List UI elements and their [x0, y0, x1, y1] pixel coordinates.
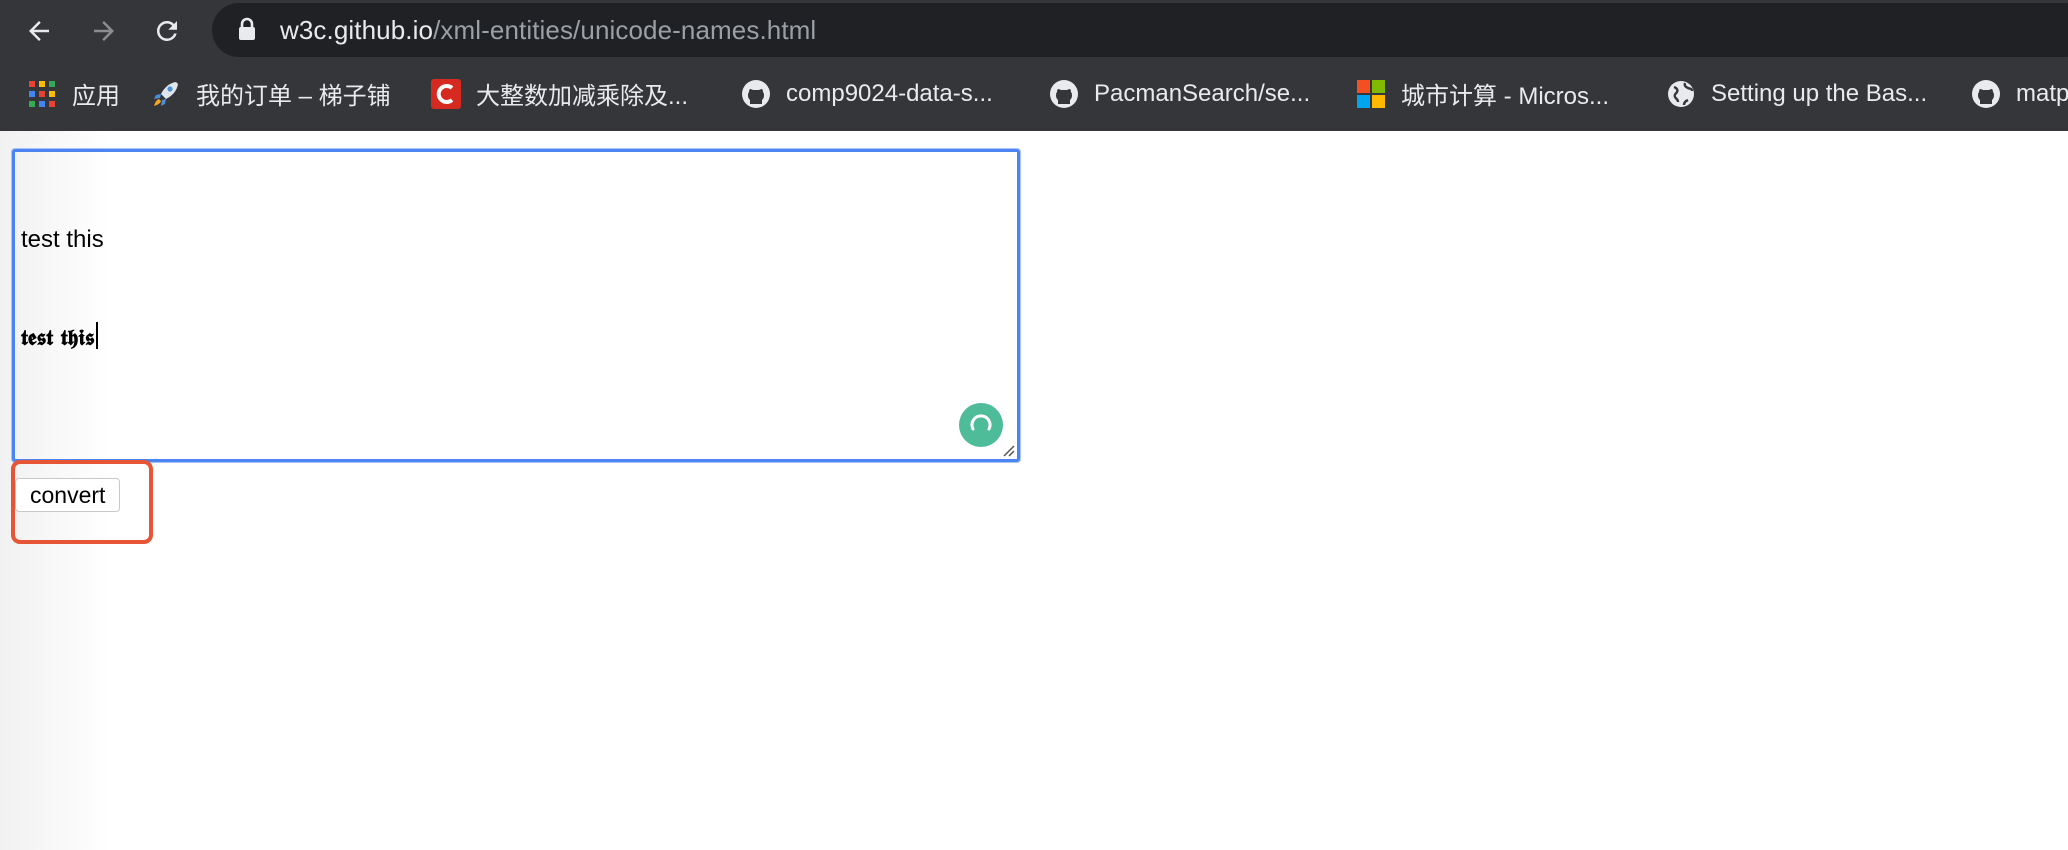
reload-button[interactable]: [145, 9, 189, 53]
text-caret: [95, 322, 98, 349]
lock-icon: [239, 17, 255, 40]
globe-icon: [1668, 80, 1694, 107]
bookmark-label: 我的订单 – 梯子铺: [196, 83, 391, 110]
bookmark-apps[interactable]: 应用: [26, 70, 120, 117]
bookmark-label: comp9024-data-s...: [786, 79, 993, 107]
url-host: w3c.github.io: [280, 15, 434, 45]
bookmark-label: 应用: [72, 83, 120, 110]
apps-grid-icon: [29, 80, 55, 107]
bookmark-label: matp: [2016, 79, 2068, 107]
bookmark-item[interactable]: 城市计算 - Micros...: [1355, 70, 1609, 117]
rocket-icon: [154, 81, 178, 106]
bookmarks-bar: 应用 我的订单 – 梯子铺 大整数加减乘除及... comp9024-data-…: [0, 70, 2068, 117]
bookmark-item[interactable]: comp9024-data-s...: [740, 70, 993, 117]
url-text: w3c.github.io/xml-entities/unicode-names…: [280, 3, 816, 57]
browser-chrome: w3c.github.io/xml-entities/unicode-names…: [0, 0, 2068, 131]
microsoft-icon: [1357, 79, 1385, 108]
back-button[interactable]: [17, 9, 61, 53]
grammarly-button[interactable]: [959, 403, 1003, 447]
github-icon: [1972, 79, 2000, 108]
bookmark-item[interactable]: 我的订单 – 梯子铺: [150, 70, 391, 117]
red-c-icon: [431, 78, 461, 109]
browser-toolbar: w3c.github.io/xml-entities/unicode-names…: [0, 0, 2068, 62]
text-area-content[interactable]: test this 𝖙𝖊𝖘𝖙 𝖙𝖍𝖎𝖘: [21, 157, 104, 421]
bookmark-item[interactable]: Setting up the Bas...: [1665, 70, 1927, 117]
converted-text: 𝖙𝖊𝖘𝖙 𝖙𝖍𝖎𝖘: [21, 325, 95, 351]
input-line-plain: test this: [21, 226, 104, 253]
forward-button[interactable]: [82, 9, 126, 53]
bookmark-item[interactable]: matp: [1970, 70, 2068, 117]
arrow-right-icon: [94, 21, 114, 41]
grammarly-icon: [970, 414, 992, 431]
github-icon: [742, 79, 770, 108]
bookmark-item[interactable]: PacmanSearch/se...: [1048, 70, 1310, 117]
input-line-converted: 𝖙𝖊𝖘𝖙 𝖙𝖍𝖎𝖘: [21, 322, 104, 355]
bookmark-label: PacmanSearch/se...: [1094, 79, 1311, 107]
resize-handle-icon[interactable]: [999, 441, 1015, 457]
github-icon: [1050, 79, 1078, 108]
arrow-left-icon: [29, 21, 49, 41]
convert-button[interactable]: convert: [15, 478, 121, 512]
bookmark-item[interactable]: 大整数加减乘除及...: [430, 70, 688, 117]
bookmark-label: 城市计算 - Micros...: [1401, 83, 1609, 110]
text-area[interactable]: test this 𝖙𝖊𝖘𝖙 𝖙𝖍𝖎𝖘: [12, 149, 1020, 462]
bookmark-label: Setting up the Bas...: [1711, 79, 1928, 107]
bookmark-label: 大整数加减乘除及...: [476, 83, 689, 110]
page-content: test this 𝖙𝖊𝖘𝖙 𝖙𝖍𝖎𝖘 convert: [0, 131, 2068, 850]
url-path: /xml-entities/unicode-names.html: [433, 15, 817, 45]
address-bar[interactable]: w3c.github.io/xml-entities/unicode-names…: [212, 3, 2068, 57]
reload-icon: [156, 20, 177, 41]
